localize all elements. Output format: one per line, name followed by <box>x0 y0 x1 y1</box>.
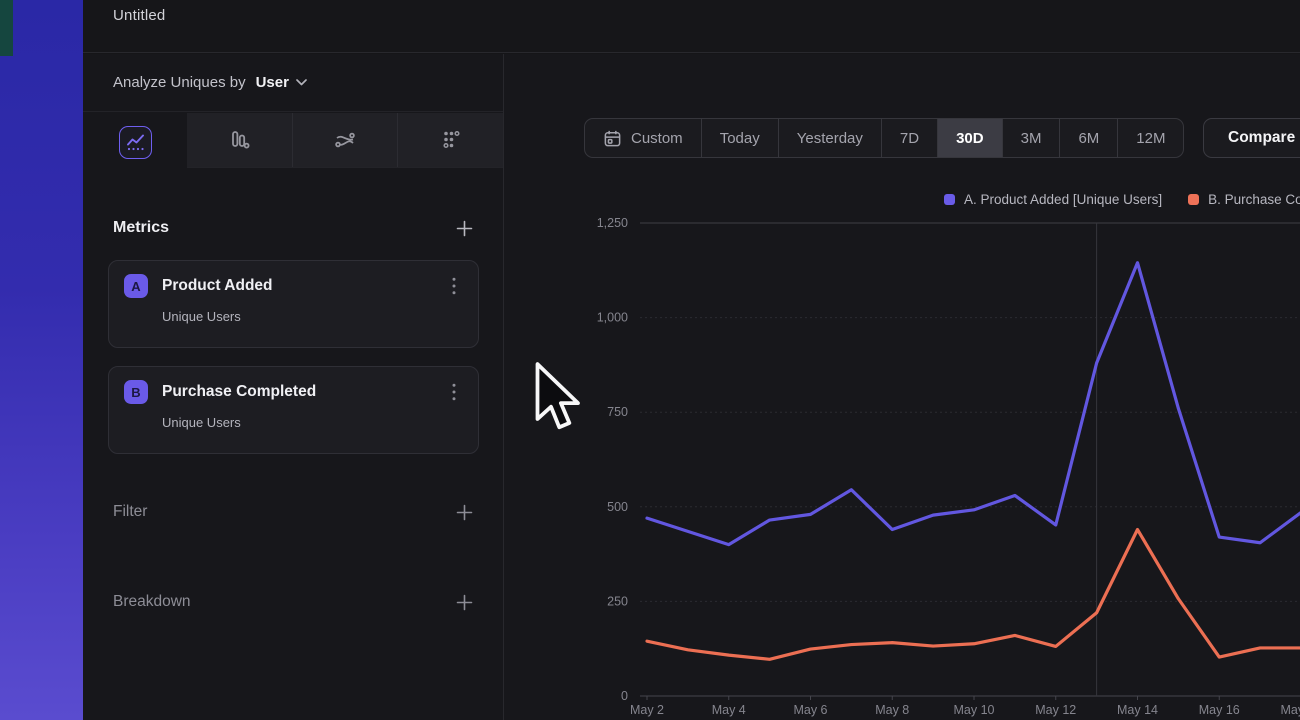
metrics-title: Metrics <box>113 219 169 237</box>
chart-type-tabs <box>83 113 503 168</box>
metric-card-product-added[interactable]: A Product Added Unique Users <box>108 260 479 348</box>
range-6m[interactable]: 6M <box>1060 119 1118 157</box>
range-label: Today <box>720 130 760 147</box>
main-panel: Custom Today Yesterday 7D 30D 3M 6M 12M … <box>504 54 1300 720</box>
add-metric-button[interactable] <box>453 217 475 239</box>
range-label: 12M <box>1136 130 1165 147</box>
metric-subtitle: Unique Users <box>162 309 463 324</box>
analyze-value-dropdown[interactable]: User <box>256 74 289 91</box>
filter-section-header: Filter <box>83 498 503 526</box>
range-label: Custom <box>631 130 683 147</box>
tab-bar-chart[interactable] <box>187 113 293 167</box>
metric-name: Purchase Completed <box>162 383 445 401</box>
range-today[interactable]: Today <box>702 119 779 157</box>
analyze-row: Analyze Uniques by User <box>83 54 503 112</box>
page-title: Untitled <box>113 7 165 24</box>
range-7d[interactable]: 7D <box>882 119 938 157</box>
left-gradient-strip <box>0 0 83 720</box>
metric-badge-a: A <box>124 274 148 298</box>
range-3m[interactable]: 3M <box>1003 119 1061 157</box>
chart-legend: A. Product Added [Unique Users] B. Purch… <box>944 192 1300 207</box>
sidebar: Analyze Uniques by User <box>83 54 504 720</box>
breakdown-section-header: Breakdown <box>83 588 503 616</box>
bar-chart-icon <box>227 128 251 152</box>
teal-corner-block <box>0 0 13 56</box>
legend-swatch-orange <box>1188 194 1199 205</box>
header-bar: Untitled <box>83 0 1300 53</box>
legend-label: A. Product Added [Unique Users] <box>964 192 1162 207</box>
flows-icon <box>333 128 357 152</box>
legend-item-b[interactable]: B. Purchase Completed [Unique Users] <box>1188 192 1300 207</box>
breakdown-title: Breakdown <box>113 593 191 611</box>
metric-name: Product Added <box>162 277 445 295</box>
date-range-segmented-control: Custom Today Yesterday 7D 30D 3M 6M 12M <box>584 118 1184 158</box>
kebab-menu-icon[interactable] <box>445 275 463 297</box>
range-label: 30D <box>956 130 984 147</box>
range-label: 3M <box>1021 130 1042 147</box>
compare-button[interactable]: Compare <box>1203 118 1300 158</box>
add-breakdown-button[interactable] <box>453 591 475 613</box>
range-label: Yesterday <box>797 130 863 147</box>
legend-swatch-purple <box>944 194 955 205</box>
analyze-label: Analyze Uniques by <box>113 74 246 91</box>
chart-type-tab-group <box>187 113 503 168</box>
chevron-down-icon[interactable] <box>296 79 307 86</box>
range-custom[interactable]: Custom <box>585 119 702 157</box>
legend-label: B. Purchase Completed [Unique Users] <box>1208 192 1300 207</box>
metric-card-purchase-completed[interactable]: B Purchase Completed Unique Users <box>108 366 479 454</box>
metrics-section-header: Metrics <box>83 214 503 242</box>
range-yesterday[interactable]: Yesterday <box>779 119 882 157</box>
range-label: 6M <box>1078 130 1099 147</box>
range-12m[interactable]: 12M <box>1118 119 1183 157</box>
kebab-menu-icon[interactable] <box>445 381 463 403</box>
add-filter-button[interactable] <box>453 501 475 523</box>
legend-item-a[interactable]: A. Product Added [Unique Users] <box>944 192 1162 207</box>
metric-subtitle: Unique Users <box>162 415 463 430</box>
range-label: 7D <box>900 130 919 147</box>
filter-title: Filter <box>113 503 147 521</box>
grid-dots-icon <box>439 128 463 152</box>
tab-grid-dots[interactable] <box>398 113 503 167</box>
calendar-icon <box>603 129 622 148</box>
metric-badge-b: B <box>124 380 148 404</box>
line-chart-icon <box>125 132 146 153</box>
range-30d[interactable]: 30D <box>938 119 1003 157</box>
tab-flows[interactable] <box>293 113 399 167</box>
tab-line-chart-selected[interactable] <box>119 126 152 159</box>
